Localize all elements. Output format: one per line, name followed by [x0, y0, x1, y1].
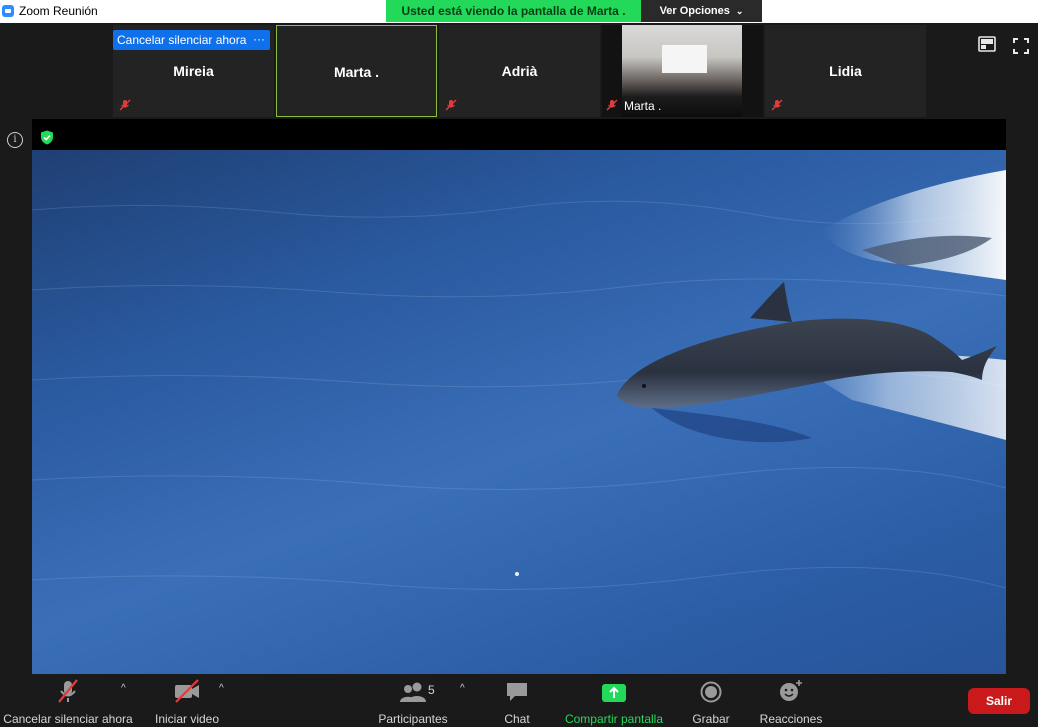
zoom-app-icon: [2, 5, 14, 17]
chat-label: Chat: [504, 712, 530, 726]
reactions-smiley-icon: [780, 680, 802, 701]
shared-video-content: [32, 150, 1006, 674]
participant-name: Mireia: [173, 63, 214, 79]
participant-tile-marta-active[interactable]: Marta .: [276, 25, 437, 117]
video-off-icon: [175, 679, 199, 703]
chat-button[interactable]: Chat: [502, 675, 532, 727]
more-options-button[interactable]: ···: [248, 30, 270, 50]
reactions-label: Reacciones: [759, 712, 823, 726]
participants-label: Participantes: [378, 712, 448, 726]
participant-name: Lidia: [829, 63, 862, 79]
participants-icon: [400, 682, 426, 702]
share-screen-icon: [602, 684, 626, 702]
fullscreen-icon[interactable]: [1013, 38, 1029, 54]
participants-count: 5: [428, 683, 435, 697]
encryption-shield-icon[interactable]: [40, 130, 54, 145]
participant-name: Marta .: [624, 99, 662, 113]
record-button[interactable]: Grabar: [692, 675, 730, 727]
participant-name: Adrià: [501, 63, 538, 79]
muted-mic-icon: [445, 99, 457, 111]
view-options-label: Ver Opciones: [659, 5, 730, 17]
muted-mic-icon: [58, 679, 78, 703]
chat-bubble-icon: [507, 683, 527, 701]
participant-tile-adria[interactable]: Adrià: [439, 25, 600, 117]
muted-mic-icon: [771, 99, 783, 111]
participant-name: Marta .: [333, 64, 380, 80]
video-label: Iniciar video: [154, 712, 220, 726]
record-label: Grabar: [692, 712, 730, 726]
view-layout-icon[interactable]: [978, 36, 996, 52]
unmute-now-button[interactable]: Cancelar silenciar ahora: [113, 30, 251, 50]
unmute-toolbar-button[interactable]: Cancelar silenciar ahora: [3, 675, 133, 727]
muted-mic-icon: [606, 99, 618, 111]
meeting-toolbar: Cancelar silenciar ahora ^ Iniciar video…: [0, 675, 1038, 727]
share-screen-label: Compartir pantalla: [564, 712, 664, 726]
record-icon: [700, 681, 722, 703]
participants-button[interactable]: Participantes: [378, 675, 448, 727]
video-options-chevron-icon[interactable]: ^: [219, 683, 224, 694]
dolphin-ocean-image: [32, 170, 1006, 590]
leave-meeting-button[interactable]: Salir: [968, 688, 1030, 714]
start-video-button[interactable]: Iniciar video: [154, 675, 220, 727]
audio-options-chevron-icon[interactable]: ^: [121, 683, 126, 694]
participants-options-chevron-icon[interactable]: ^: [460, 683, 465, 694]
audio-label: Cancelar silenciar ahora: [3, 712, 133, 726]
shared-screen: [32, 119, 1006, 674]
muted-mic-icon: [119, 99, 131, 111]
share-screen-button[interactable]: Compartir pantalla: [563, 675, 665, 727]
view-options-button[interactable]: Ver Opciones ⌄: [641, 0, 762, 22]
share-banner-message: Usted está viendo la pantalla de Marta .: [386, 0, 641, 22]
meeting-stage: Mireia Cancelar silenciar ahora ··· Mart…: [0, 23, 1038, 675]
meeting-info-icon[interactable]: i: [7, 132, 23, 148]
screen-share-banner: Usted está viendo la pantalla de Marta .…: [386, 0, 762, 22]
chevron-down-icon: ⌄: [735, 5, 744, 16]
window-title: Zoom Reunión: [19, 4, 98, 18]
participant-tile-lidia[interactable]: Lidia: [765, 25, 926, 117]
reactions-button[interactable]: Reacciones: [760, 675, 822, 727]
participant-tile-marta-video[interactable]: Marta .: [602, 25, 763, 117]
